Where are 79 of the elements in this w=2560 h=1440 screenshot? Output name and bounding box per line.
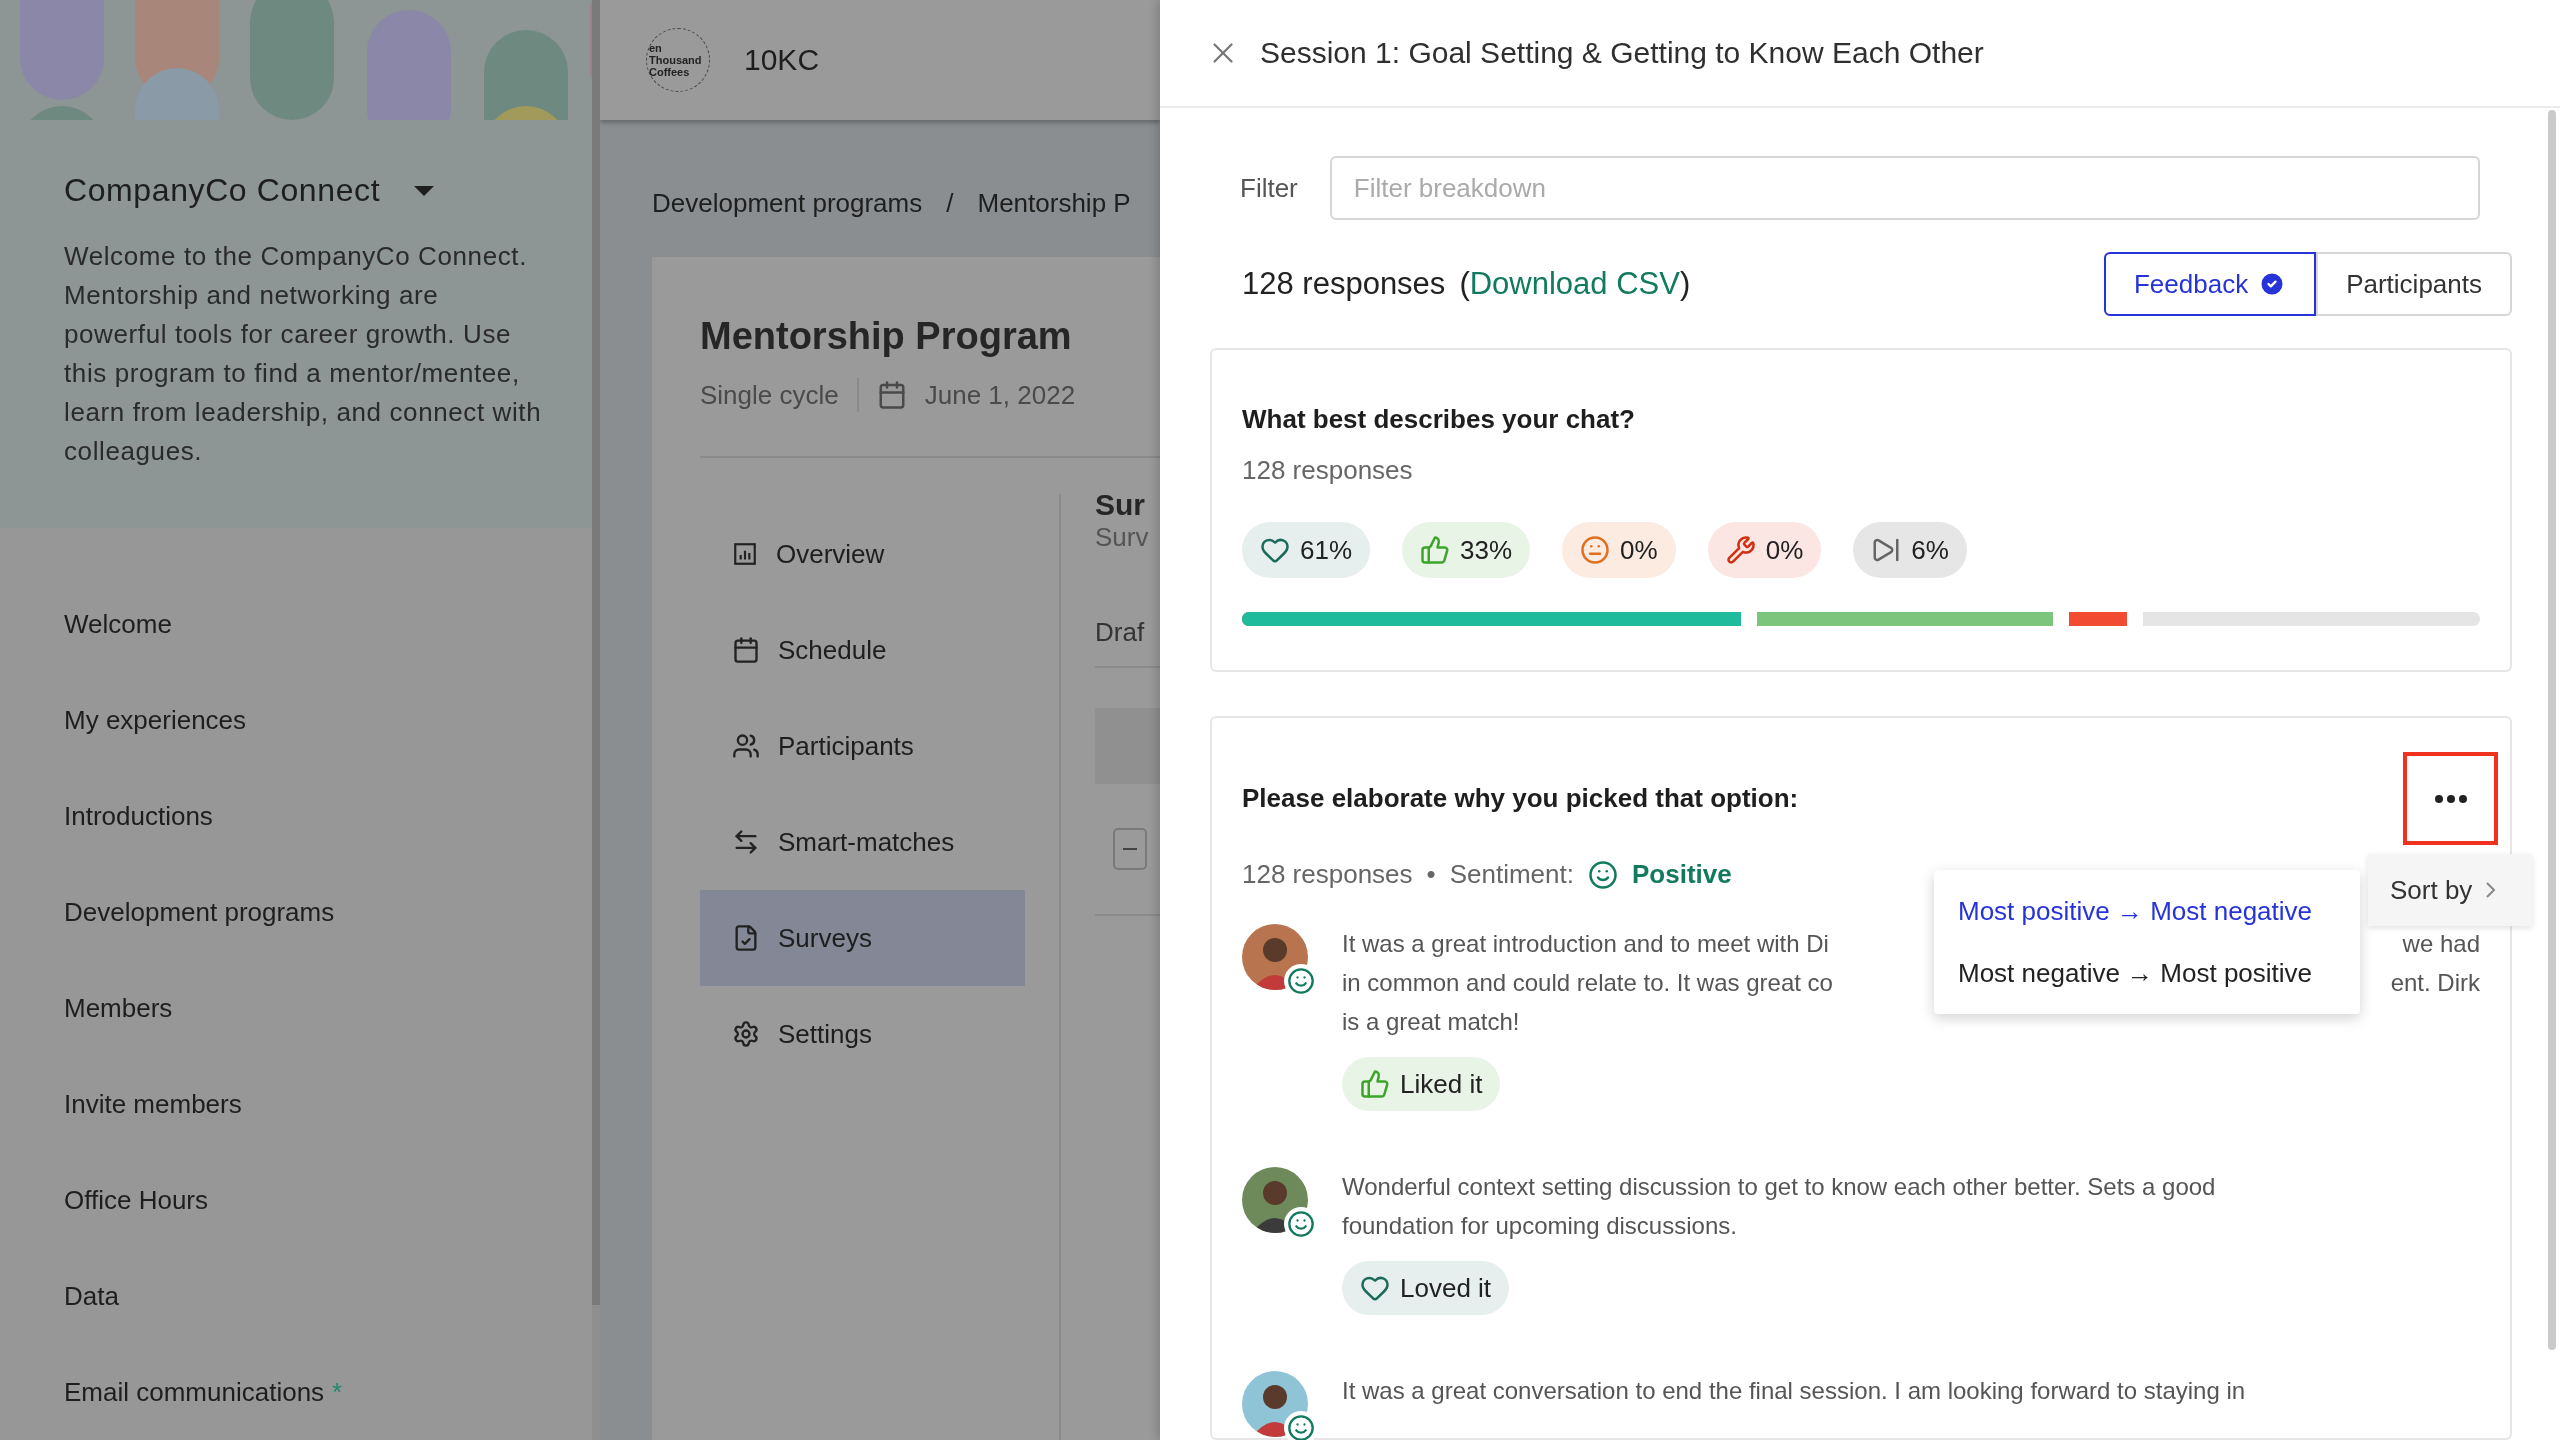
calendar-icon <box>876 380 907 410</box>
sentiment-value: Positive <box>1631 859 1732 890</box>
comment-text: ent. Dirk <box>2390 968 2480 997</box>
view-tab[interactable]: Participants <box>2316 252 2512 316</box>
program-nav-item[interactable]: Settings <box>700 986 1025 1082</box>
sentiment-label: Sentiment: <box>1449 859 1574 890</box>
program-date: June 1, 2022 <box>924 379 1076 411</box>
section-title: Sur <box>1095 488 1146 522</box>
menu-item[interactable]: Most positive → Most negative <box>1934 880 2360 942</box>
reaction-chip: Liked it <box>1342 1057 1501 1111</box>
more-button[interactable] <box>2403 752 2498 845</box>
answer-chip: 0% <box>1562 522 1676 578</box>
sidebar-item[interactable]: Invite members <box>64 1088 242 1120</box>
parenthesis: ) <box>1679 266 1691 302</box>
comment-text: in common and could relate to. It was great co <box>1342 968 1833 997</box>
thumbs-up-icon <box>1420 535 1451 565</box>
breadcrumb-link[interactable]: Mentorship P <box>977 188 1131 219</box>
neutral-face-icon <box>1580 535 1611 565</box>
smile-icon <box>1587 859 1618 890</box>
answer-chip: 61% <box>1242 522 1371 578</box>
sidebar-item[interactable]: Email communications <box>64 1376 325 1408</box>
breadcrumb-separator: / <box>946 188 954 219</box>
response-count: 128 responses <box>1242 266 1446 302</box>
organization-name[interactable]: CompanyCo Connect <box>64 172 381 209</box>
chevron-right-icon <box>2486 882 2496 898</box>
required-marker: * <box>332 1376 343 1408</box>
download-link[interactable]: Download CSV <box>1469 266 1680 302</box>
app-name: 10KC <box>744 43 820 77</box>
menu-item[interactable]: Most negative → Most positive <box>1934 942 2360 1004</box>
answer-chip: 33% <box>1402 522 1531 578</box>
parenthesis: ( <box>1459 266 1470 302</box>
sidebar-item[interactable]: Members <box>64 992 173 1024</box>
program-nav-item[interactable]: Schedule <box>700 602 1025 698</box>
calendar-icon <box>732 636 760 664</box>
bullet: • <box>1426 859 1436 890</box>
sidebar-item[interactable]: Data <box>64 1280 119 1312</box>
sidebar-item[interactable]: Welcome <box>64 608 172 640</box>
comment-text: is a great match! <box>1342 1007 1520 1036</box>
people-icon <box>732 732 760 760</box>
comment-text: It was a great introduction and to meet with Di <box>1342 929 1829 958</box>
response-count: 128 responses <box>1242 455 1414 486</box>
answer-chip: 0% <box>1707 522 1822 578</box>
scrollbar[interactable] <box>592 0 600 1305</box>
view-tab[interactable]: Feedback <box>2103 252 2317 316</box>
response-count: 128 responses <box>1242 859 1413 890</box>
section-subtitle: Surv <box>1095 522 1150 553</box>
minus-box-icon <box>1113 828 1147 870</box>
reaction-chip: Loved it <box>1342 1261 1510 1315</box>
ellipsis-icon <box>2434 794 2467 803</box>
caret-icon[interactable] <box>414 185 435 196</box>
answer-chip: 6% <box>1853 522 1967 578</box>
program-nav-item[interactable]: Participants <box>700 698 1025 794</box>
filter-field[interactable]: Filter breakdown <box>1329 156 2480 220</box>
comment-text: Wonderful context setting discussion to get to know each other better. Sets a good <box>1342 1172 2216 1201</box>
comment-text: It was a great conversation to end the final session. I am looking forward to staying in <box>1342 1376 2246 1405</box>
filter-label: Filter <box>1240 172 1298 204</box>
program-nav-item[interactable]: Overview <box>700 506 1025 602</box>
chart-icon <box>732 541 758 567</box>
status-label: Draf <box>1095 617 1146 648</box>
comment-text: we had <box>2402 929 2480 958</box>
thumbs-up-icon <box>1360 1069 1390 1099</box>
program-nav-item[interactable]: Surveys <box>700 890 1025 986</box>
sidebar-item[interactable]: Introductions <box>64 800 213 832</box>
question-title: What best describes your chat? <box>1242 404 1636 435</box>
scrollbar[interactable] <box>2548 110 2556 1350</box>
welcome-text: Welcome to the CompanyCo Connect. Mentorship and networking are powerful tools for career growth. Use this program to find a mentor/mentee, learn from leadership, and connect with colleagues. <box>64 240 542 468</box>
comment-text: foundation for upcoming discussions. <box>1342 1211 1737 1240</box>
sidebar-item[interactable]: Office Hours <box>64 1184 208 1216</box>
sidebar-item[interactable]: My experiences <box>64 704 247 736</box>
program-nav-item[interactable]: Smart-matches <box>700 794 1025 890</box>
sort-by-item[interactable]: Sort by <box>2368 854 2532 926</box>
program-title: Mentorship Program <box>700 315 1073 358</box>
cycle-label: Single cycle <box>700 379 839 411</box>
drawer-title: Session 1: Goal Setting & Getting to Know Each Other <box>1260 36 1984 70</box>
settings-icon <box>732 1020 760 1048</box>
wrench-icon <box>1725 535 1756 565</box>
question-title: Please elaborate why you picked that option: <box>1242 783 1799 814</box>
breadcrumb-link[interactable]: Development programs <box>652 188 923 219</box>
sidebar-item[interactable]: Development programs <box>64 896 335 928</box>
